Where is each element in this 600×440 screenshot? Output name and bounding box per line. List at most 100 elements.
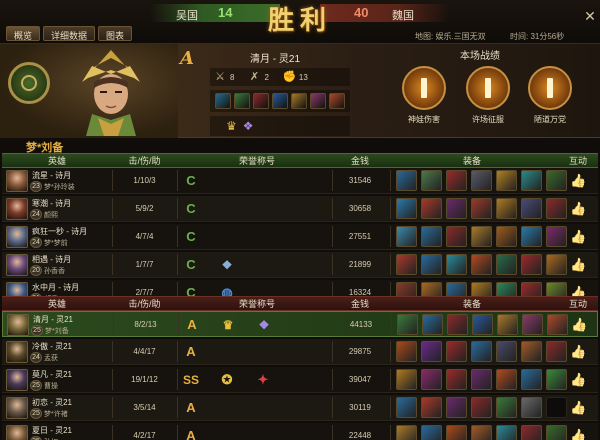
equipment-item[interactable] bbox=[421, 254, 442, 275]
equipment-item[interactable] bbox=[546, 341, 567, 362]
hero-avatar[interactable] bbox=[7, 314, 29, 336]
equipment-item[interactable] bbox=[471, 397, 492, 418]
equipment-item[interactable] bbox=[446, 198, 467, 219]
equipment-item[interactable] bbox=[521, 198, 542, 219]
honor-rank-a-icon[interactable]: A bbox=[182, 427, 200, 440]
equipment-item[interactable] bbox=[446, 226, 467, 247]
thumbs-up-icon[interactable]: 👍 bbox=[570, 173, 586, 189]
equipment-item[interactable] bbox=[396, 198, 417, 219]
hero-avatar[interactable] bbox=[6, 170, 28, 192]
hero-avatar[interactable] bbox=[6, 254, 28, 276]
equipment-item[interactable] bbox=[496, 170, 517, 191]
equipment-item[interactable] bbox=[447, 314, 468, 335]
item-slot[interactable] bbox=[234, 93, 250, 109]
honor-rank-c-icon[interactable]: C bbox=[182, 256, 200, 274]
equipment-item[interactable] bbox=[396, 425, 417, 440]
item-slot[interactable] bbox=[253, 93, 269, 109]
equipment-item[interactable] bbox=[471, 425, 492, 440]
item-slot[interactable] bbox=[329, 93, 345, 109]
equipment-item[interactable] bbox=[471, 369, 492, 390]
equipment-item[interactable] bbox=[496, 425, 517, 440]
player-row[interactable]: 25 莫凡 - 灵21 曹操 19/1/12 SS ✪ ✦ 39047 👍 bbox=[2, 367, 598, 393]
hero-avatar[interactable] bbox=[6, 397, 28, 419]
honor-rank-c-icon[interactable]: C bbox=[182, 172, 200, 190]
equipment-item[interactable] bbox=[421, 397, 442, 418]
equipment-item[interactable] bbox=[446, 170, 467, 191]
honor-rank-a-icon[interactable]: A bbox=[182, 399, 200, 417]
thumbs-up-icon[interactable]: 👍 bbox=[570, 428, 586, 440]
equipment-item[interactable] bbox=[521, 226, 542, 247]
thumbs-up-icon[interactable]: 👍 bbox=[570, 229, 586, 245]
hero-avatar[interactable] bbox=[6, 425, 28, 440]
item-slot[interactable] bbox=[215, 93, 231, 109]
player-row[interactable]: 24 冷傲 - 灵21 孟获 4/4/17 A 29875 👍 bbox=[2, 339, 598, 365]
equipment-item[interactable] bbox=[421, 425, 442, 440]
hero-avatar[interactable] bbox=[6, 341, 28, 363]
player-row[interactable]: 25 初恋 - 灵21 梦*许褚 3/5/14 A 30119 👍 bbox=[2, 395, 598, 421]
equipment-item[interactable] bbox=[397, 314, 418, 335]
tab-details[interactable]: 详细数据 bbox=[43, 26, 96, 41]
honor-rank-c-icon[interactable]: C bbox=[182, 200, 200, 218]
equipment-item[interactable] bbox=[496, 397, 517, 418]
equipment-item[interactable] bbox=[396, 369, 417, 390]
equipment-item[interactable] bbox=[546, 425, 567, 440]
close-icon[interactable]: ✕ bbox=[583, 9, 597, 23]
equipment-item[interactable] bbox=[546, 369, 567, 390]
item-slot[interactable] bbox=[291, 93, 307, 109]
equipment-item[interactable] bbox=[521, 369, 542, 390]
equipment-item[interactable] bbox=[496, 341, 517, 362]
equipment-item[interactable] bbox=[496, 369, 517, 390]
equipment-item[interactable] bbox=[471, 226, 492, 247]
thumbs-up-icon[interactable]: 👍 bbox=[571, 317, 587, 333]
equipment-item[interactable] bbox=[471, 170, 492, 191]
equipment-item[interactable] bbox=[472, 314, 493, 335]
thumbs-up-icon[interactable]: 👍 bbox=[570, 400, 586, 416]
equipment-item[interactable] bbox=[446, 369, 467, 390]
honor-rank-a-icon[interactable]: A bbox=[183, 316, 201, 334]
honor-red-seal-icon[interactable]: ✦ bbox=[254, 371, 272, 389]
equipment-item[interactable] bbox=[421, 198, 442, 219]
thumbs-up-icon[interactable]: 👍 bbox=[570, 344, 586, 360]
equipment-item[interactable] bbox=[496, 198, 517, 219]
equipment-item[interactable] bbox=[471, 254, 492, 275]
equipment-item[interactable] bbox=[446, 425, 467, 440]
equipment-item[interactable] bbox=[396, 254, 417, 275]
equipment-item[interactable] bbox=[521, 254, 542, 275]
honor-rank-a-icon[interactable]: A bbox=[182, 343, 200, 361]
equipment-item[interactable] bbox=[547, 314, 568, 335]
equipment-item[interactable] bbox=[546, 198, 567, 219]
equipment-item[interactable] bbox=[396, 226, 417, 247]
player-row[interactable]: 20 相遇 - 诗月 孙香香 1/7/7 C ❖ 21899 👍 bbox=[2, 252, 598, 278]
honor-gold-medal-icon[interactable]: ✪ bbox=[218, 371, 236, 389]
tab-overview[interactable]: 概览 bbox=[6, 26, 41, 41]
equipment-item[interactable] bbox=[396, 341, 417, 362]
player-row[interactable]: 24 寒潮 - 诗月 颜熙 5/9/2 C 30658 👍 bbox=[2, 196, 598, 222]
equipment-item[interactable] bbox=[422, 314, 443, 335]
equipment-item[interactable] bbox=[522, 314, 543, 335]
equipment-item[interactable] bbox=[396, 170, 417, 191]
equipment-item[interactable] bbox=[496, 226, 517, 247]
player-row[interactable]: 23 流星 - 诗月 梦*孙玲装 1/10/3 C 31546 👍 bbox=[2, 168, 598, 194]
equipment-item[interactable] bbox=[421, 170, 442, 191]
hero-avatar[interactable] bbox=[6, 198, 28, 220]
player-row[interactable]: 25 清月 - 灵21 梦*刘备 8/2/13 A ♛ ❖ 44133 👍 bbox=[2, 311, 598, 337]
equipment-item[interactable] bbox=[546, 254, 567, 275]
equipment-item[interactable] bbox=[546, 170, 567, 191]
equipment-item[interactable] bbox=[421, 341, 442, 362]
equipment-item[interactable] bbox=[521, 341, 542, 362]
player-row[interactable]: 24 疯狂一秒 - 诗月 梦*梦前 4/7/4 C 27551 👍 bbox=[2, 224, 598, 250]
hero-avatar[interactable] bbox=[6, 226, 28, 248]
thumbs-up-icon[interactable]: 👍 bbox=[570, 372, 586, 388]
equipment-item[interactable] bbox=[421, 226, 442, 247]
equipment-item[interactable] bbox=[396, 397, 417, 418]
honor-rank-ss-icon[interactable]: SS bbox=[182, 371, 200, 389]
honor-rank-c-icon[interactable]: C bbox=[182, 228, 200, 246]
thumbs-up-icon[interactable]: 👍 bbox=[570, 257, 586, 273]
equipment-item[interactable] bbox=[521, 425, 542, 440]
equipment-item[interactable] bbox=[421, 369, 442, 390]
honor-gem-icon[interactable]: ❖ bbox=[255, 316, 273, 334]
item-slot[interactable] bbox=[310, 93, 326, 109]
equipment-item[interactable] bbox=[471, 198, 492, 219]
honor-dragon-icon[interactable]: ❖ bbox=[218, 256, 236, 274]
equipment-item[interactable] bbox=[446, 341, 467, 362]
